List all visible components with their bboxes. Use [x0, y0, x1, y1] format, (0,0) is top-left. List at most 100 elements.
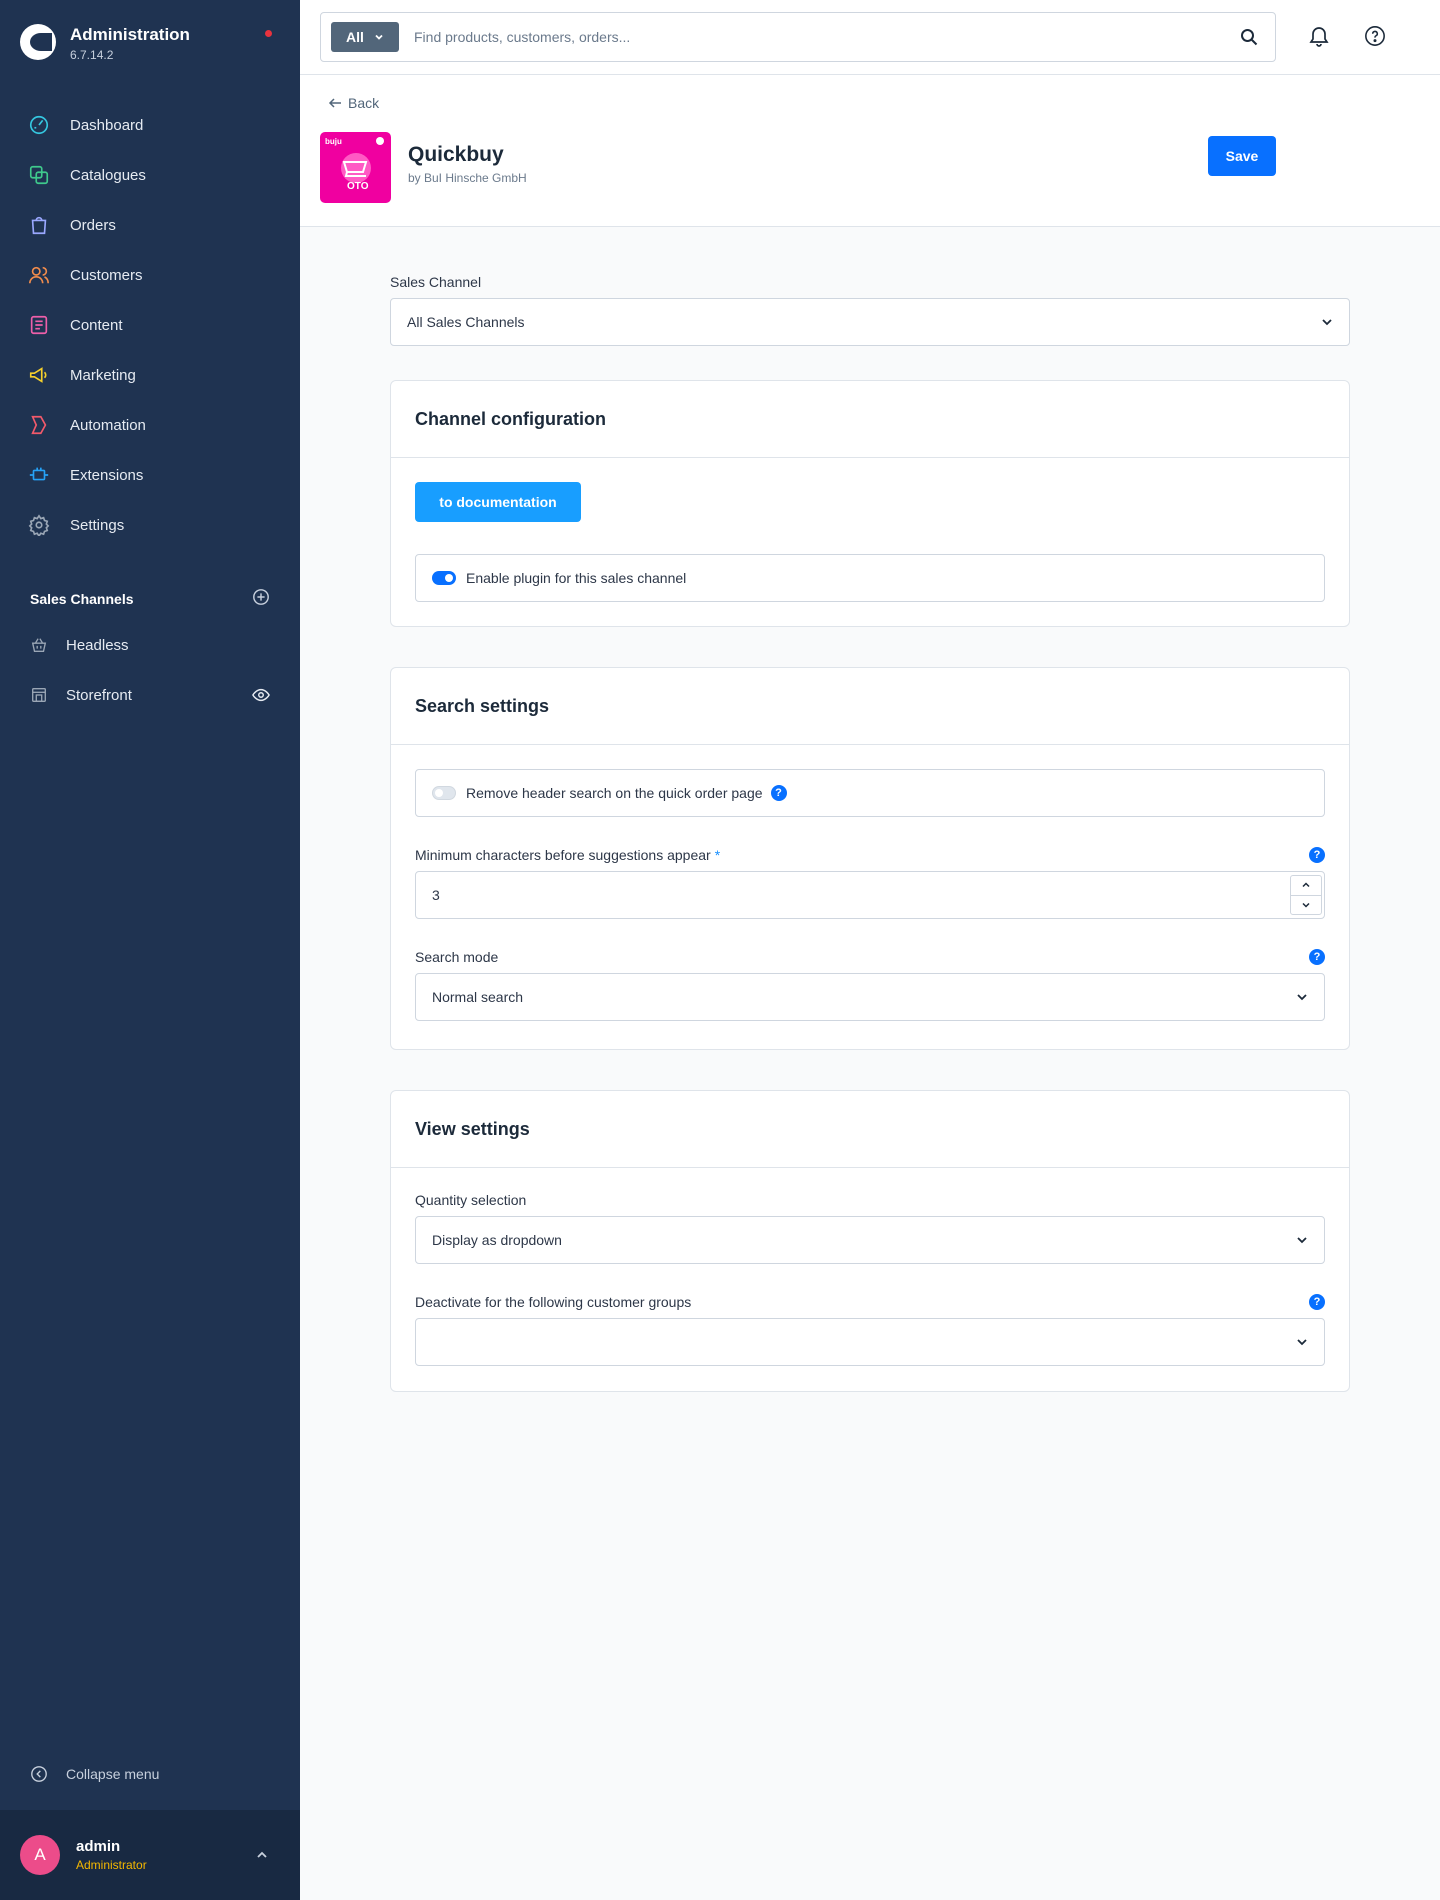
remove-header-search-label: Remove header search on the quick order … [466, 785, 763, 801]
save-button[interactable]: Save [1208, 136, 1276, 176]
remove-header-search-switch[interactable] [432, 786, 456, 800]
page-header: Back buju OTO Quickbuy by BuI Hinsche Gm… [300, 75, 1440, 227]
customers-icon [28, 264, 50, 286]
nav-item-catalogues[interactable]: Catalogues [0, 150, 300, 200]
card-title: Search settings [391, 668, 1349, 745]
eye-icon[interactable] [252, 687, 270, 707]
sales-channel-storefront[interactable]: Storefront [0, 670, 300, 720]
chevron-down-icon [1297, 1237, 1307, 1244]
status-dot [265, 30, 272, 37]
quantity-selection-value: Display as dropdown [432, 1232, 562, 1248]
basket-icon [30, 636, 48, 654]
extensions-icon [28, 464, 50, 486]
quantity-stepper[interactable] [1290, 875, 1322, 915]
help-tooltip-icon[interactable]: ? [1309, 949, 1325, 965]
plugin-author: by BuI Hinsche GmbH [408, 171, 527, 185]
brand-version: 6.7.14.2 [70, 48, 114, 62]
arrow-left-icon [328, 98, 341, 108]
increment-button[interactable] [1291, 876, 1321, 896]
nav-item-customers[interactable]: Customers [0, 250, 300, 300]
decrement-button[interactable] [1291, 896, 1321, 915]
min-chars-value: 3 [432, 887, 440, 903]
sidebar: Administration 6.7.14.2 Dashboard Catalo… [0, 0, 300, 1900]
help-icon[interactable] [1364, 25, 1386, 50]
chevron-down-icon [1297, 994, 1307, 1001]
user-name: admin [76, 1838, 121, 1855]
shopware-logo-icon [20, 24, 56, 60]
search-type-dropdown[interactable]: All [331, 22, 399, 52]
nav-label: Extensions [70, 466, 144, 484]
search-mode-value: Normal search [432, 989, 524, 1005]
nav-label: Marketing [70, 366, 136, 384]
plugin-logo-text-mid: OTO [347, 181, 369, 192]
user-menu[interactable]: A admin Administrator [0, 1810, 300, 1900]
main-nav: Dashboard Catalogues Orders Customers Co… [0, 100, 300, 550]
brand[interactable]: Administration 6.7.14.2 [20, 24, 190, 62]
notifications-bell-icon[interactable] [1307, 24, 1331, 51]
deactivate-groups-select[interactable] [415, 1318, 1325, 1366]
required-mark: * [714, 847, 721, 863]
documentation-button[interactable]: to documentation [415, 482, 581, 522]
nav-label: Content [70, 316, 123, 334]
sales-channel-headless[interactable]: Headless [0, 620, 300, 670]
help-tooltip-icon[interactable]: ? [770, 785, 787, 801]
add-sales-channel-icon[interactable] [252, 588, 270, 609]
chevron-down-icon [1322, 319, 1332, 326]
catalogues-icon [28, 164, 50, 186]
enable-plugin-switch[interactable] [432, 571, 456, 585]
min-chars-label: Minimum characters before suggestions ap… [415, 847, 721, 863]
nav-item-settings[interactable]: Settings [0, 500, 300, 550]
sales-channel-value: All Sales Channels [407, 314, 525, 330]
chevron-up-icon[interactable] [256, 1848, 268, 1864]
quantity-selection-label: Quantity selection [415, 1192, 527, 1208]
collapse-menu-button[interactable]: Collapse menu [30, 1765, 159, 1783]
quantity-selection-select[interactable]: Display as dropdown [415, 1216, 1325, 1264]
nav-label: Settings [70, 516, 125, 534]
global-search: All [320, 12, 1276, 62]
settings-icon [28, 514, 50, 536]
user-role: Administrator [76, 1858, 147, 1872]
nav-item-orders[interactable]: Orders [0, 200, 300, 250]
nav-item-automation[interactable]: Automation [0, 400, 300, 450]
channel-configuration-card: Channel configuration to documentation E… [390, 380, 1350, 627]
min-chars-input[interactable]: 3 [415, 871, 1325, 919]
deactivate-groups-field: Deactivate for the following customer gr… [415, 1294, 1325, 1366]
search-mode-select[interactable]: Normal search [415, 973, 1325, 1021]
sales-channel-select[interactable]: All Sales Channels [390, 298, 1350, 346]
page-title: Quickbuy [408, 143, 504, 166]
search-input[interactable] [414, 29, 1194, 45]
search-mode-field: Search mode ? Normal search [415, 949, 1325, 1021]
nav-label: Dashboard [70, 116, 144, 134]
collapse-menu-label: Collapse menu [66, 1766, 160, 1782]
enable-plugin-toggle-row[interactable]: Enable plugin for this sales channel [415, 554, 1325, 602]
nav-item-marketing[interactable]: Marketing [0, 350, 300, 400]
view-settings-card: View settings Quantity selection Display… [390, 1090, 1350, 1392]
nav-item-dashboard[interactable]: Dashboard [0, 100, 300, 150]
help-tooltip-icon[interactable]: ? [1309, 847, 1325, 863]
search-icon[interactable] [1239, 27, 1259, 50]
orders-icon [28, 214, 50, 236]
nav-item-extensions[interactable]: Extensions [0, 450, 300, 500]
marketing-icon [28, 364, 50, 386]
plugin-logo-text-top: buju [325, 137, 342, 146]
content-icon [28, 314, 50, 336]
help-tooltip-icon[interactable]: ? [1309, 1294, 1325, 1310]
remove-header-search-toggle-row[interactable]: Remove header search on the quick order … [415, 769, 1325, 817]
quantity-selection-field: Quantity selection Display as dropdown [415, 1192, 1325, 1264]
sales-channel-label: Sales Channel [390, 274, 482, 290]
back-label: Back [348, 95, 380, 111]
sales-channels-title: Sales Channels [30, 590, 134, 607]
brand-title: Administration [70, 25, 190, 44]
enable-plugin-label: Enable plugin for this sales channel [466, 570, 687, 586]
storefront-icon [30, 686, 48, 704]
deactivate-groups-label: Deactivate for the following customer gr… [415, 1294, 692, 1310]
sales-channels-header: Sales Channels [30, 588, 270, 609]
search-mode-label: Search mode [415, 949, 499, 965]
automation-icon [28, 414, 50, 436]
card-title: View settings [391, 1091, 1349, 1168]
chevron-down-icon [1302, 902, 1310, 908]
chevron-up-icon [1302, 882, 1310, 888]
sales-channel-label: Storefront [66, 686, 132, 704]
nav-item-content[interactable]: Content [0, 300, 300, 350]
back-link[interactable]: Back [328, 95, 379, 111]
